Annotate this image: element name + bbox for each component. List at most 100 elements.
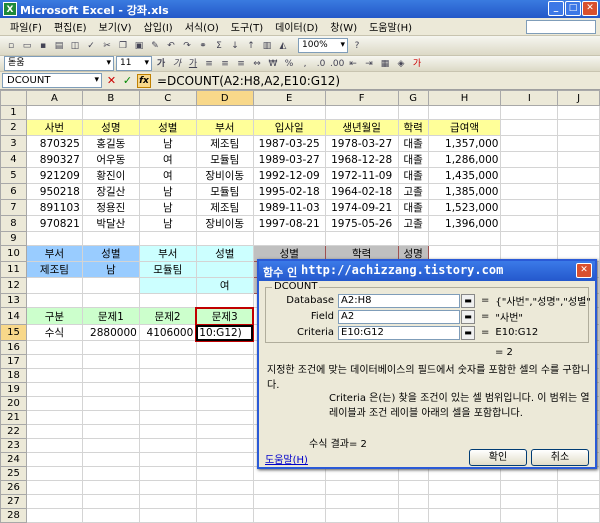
table-header-cell[interactable]: 학력: [397, 119, 429, 136]
table-cell[interactable]: 대졸: [397, 135, 429, 152]
menu-view[interactable]: 보기(V): [93, 19, 138, 34]
criteria-input[interactable]: E10:G12: [338, 325, 460, 340]
table-cell[interactable]: 1,523,000: [427, 199, 502, 216]
criteria-cell[interactable]: 부서: [25, 245, 83, 262]
table-cell[interactable]: 950218: [25, 183, 83, 200]
row-header[interactable]: 1: [0, 105, 27, 120]
result-cell[interactable]: 수식: [25, 324, 83, 341]
menu-file[interactable]: 파일(F): [4, 19, 48, 34]
criteria-cell[interactable]: 성별: [81, 245, 140, 262]
row-header[interactable]: 15: [0, 324, 27, 341]
table-header-cell[interactable]: 성명: [81, 119, 140, 136]
row-header[interactable]: 19: [0, 382, 27, 397]
help-question-input[interactable]: [526, 19, 596, 34]
table-cell[interactable]: 1975-05-26: [324, 215, 399, 232]
collapse-range-icon[interactable]: ▬: [461, 293, 475, 308]
row-header[interactable]: 28: [0, 508, 27, 523]
table-cell[interactable]: 장비이동: [195, 215, 254, 232]
column-header[interactable]: B: [81, 90, 140, 106]
menu-edit[interactable]: 편집(E): [48, 19, 93, 34]
table-cell[interactable]: 1,435,000: [427, 167, 502, 184]
row-header[interactable]: 10: [0, 245, 27, 262]
row-header[interactable]: 13: [0, 293, 27, 308]
align-left-icon[interactable]: ≡: [202, 57, 216, 71]
table-header-cell[interactable]: 생년월일: [324, 119, 399, 136]
column-header[interactable]: C: [138, 90, 197, 106]
table-cell[interactable]: 모듈팀: [195, 183, 254, 200]
result-header-cell[interactable]: 문제2: [138, 307, 197, 325]
table-cell[interactable]: 1989-11-03: [252, 199, 326, 216]
table-cell[interactable]: 890327: [25, 151, 83, 168]
hyperlink-icon[interactable]: ⚭: [196, 39, 210, 53]
menu-insert[interactable]: 삽입(I): [138, 19, 179, 34]
table-cell[interactable]: 1964-02-18: [324, 183, 399, 200]
collapse-range-icon[interactable]: ▬: [461, 309, 475, 324]
paste-icon[interactable]: ▣: [132, 39, 146, 53]
cut-icon[interactable]: ✂: [100, 39, 114, 53]
sort-asc-icon[interactable]: ↓: [228, 39, 242, 53]
table-cell[interactable]: 1997-08-21: [252, 215, 326, 232]
decrease-decimal-icon[interactable]: .00: [330, 57, 344, 71]
table-cell[interactable]: 1,385,000: [427, 183, 502, 200]
table-cell[interactable]: 남: [138, 135, 197, 152]
table-cell[interactable]: 장길산: [81, 183, 140, 200]
redo-icon[interactable]: ↷: [180, 39, 194, 53]
column-header[interactable]: F: [324, 90, 399, 106]
criteria-cell[interactable]: 부서: [138, 245, 197, 262]
sort-desc-icon[interactable]: ↑: [244, 39, 258, 53]
criteria-cell[interactable]: 성별: [195, 245, 254, 262]
row-header[interactable]: 25: [0, 466, 27, 481]
table-header-cell[interactable]: 성별: [138, 119, 197, 136]
table-cell[interactable]: 1,357,000: [427, 135, 502, 152]
zoom-combo[interactable]: 100%: [298, 38, 348, 53]
column-header[interactable]: G: [397, 90, 429, 106]
name-box[interactable]: DCOUNT: [2, 73, 102, 88]
criteria-cell[interactable]: 여: [195, 277, 254, 294]
table-cell[interactable]: 모듈팀: [195, 151, 254, 168]
result-cell[interactable]: 4106000: [138, 324, 197, 341]
percent-icon[interactable]: %: [282, 57, 296, 71]
row-header[interactable]: 24: [0, 452, 27, 467]
row-header[interactable]: 9: [0, 231, 27, 246]
menu-tools[interactable]: 도구(T): [225, 19, 269, 34]
preview-icon[interactable]: ◫: [68, 39, 82, 53]
ok-button[interactable]: 확인: [469, 449, 527, 466]
table-cell[interactable]: 1972-11-09: [324, 167, 399, 184]
table-cell[interactable]: 장비이동: [195, 167, 254, 184]
table-cell[interactable]: 대졸: [397, 151, 429, 168]
row-header[interactable]: 6: [0, 183, 27, 200]
dialog-titlebar[interactable]: 함수 인 http://achizzang.tistory.com ✕: [259, 261, 595, 281]
row-header[interactable]: 5: [0, 167, 27, 184]
column-header[interactable]: J: [557, 90, 600, 106]
menu-format[interactable]: 서식(O): [179, 19, 225, 34]
table-cell[interactable]: 1968-12-28: [324, 151, 399, 168]
column-header[interactable]: A: [25, 90, 83, 106]
table-cell[interactable]: 어우동: [81, 151, 140, 168]
row-header[interactable]: 22: [0, 424, 27, 439]
table-header-cell[interactable]: 사번: [25, 119, 83, 136]
table-cell[interactable]: 1989-03-27: [252, 151, 326, 168]
copy-icon[interactable]: ❐: [116, 39, 130, 53]
table-cell[interactable]: 870325: [25, 135, 83, 152]
increase-indent-icon[interactable]: ⇥: [362, 57, 376, 71]
font-color-icon[interactable]: 가: [410, 57, 424, 71]
close-button[interactable]: ✕: [582, 1, 598, 16]
table-cell[interactable]: 970821: [25, 215, 83, 232]
chart-wizard-icon[interactable]: ▥: [260, 39, 274, 53]
result-header-cell[interactable]: 문제1: [81, 307, 140, 325]
table-header-cell[interactable]: 입사일: [252, 119, 326, 136]
confirm-entry-icon[interactable]: ✓: [121, 74, 134, 87]
table-header-cell[interactable]: 부서: [195, 119, 254, 136]
decrease-indent-icon[interactable]: ⇤: [346, 57, 360, 71]
table-cell[interactable]: 921209: [25, 167, 83, 184]
table-cell[interactable]: 대졸: [397, 167, 429, 184]
open-icon[interactable]: ▭: [20, 39, 34, 53]
criteria-cell[interactable]: 제조팀: [25, 261, 83, 278]
minimize-button[interactable]: _: [548, 1, 564, 16]
criteria-cell[interactable]: 남: [81, 261, 140, 278]
row-header[interactable]: 20: [0, 396, 27, 411]
comma-icon[interactable]: ,: [298, 57, 312, 71]
table-cell[interactable]: 1987-03-25: [252, 135, 326, 152]
bold-icon[interactable]: 가: [154, 57, 168, 71]
row-header[interactable]: 27: [0, 494, 27, 509]
